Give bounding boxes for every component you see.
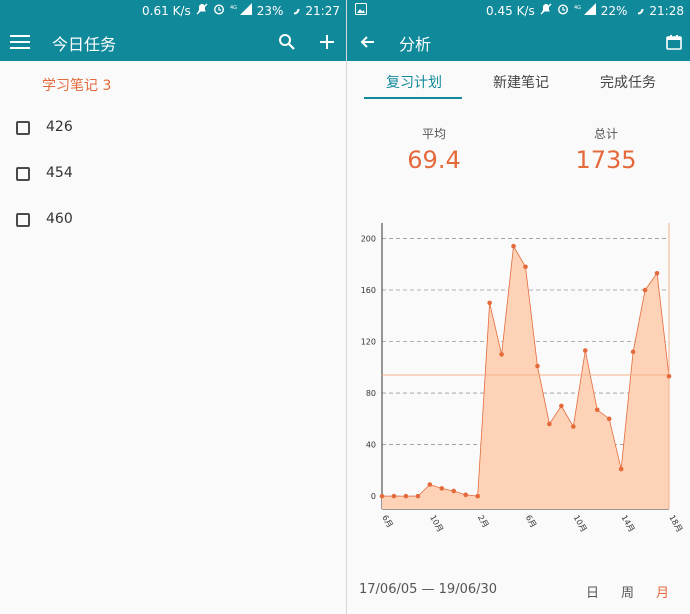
y-tick-label: 40 (366, 441, 376, 450)
svg-text:4G: 4G (574, 5, 581, 11)
task-checkbox[interactable] (16, 167, 30, 181)
x-tick-label: 6月 (524, 514, 538, 530)
mute-icon (196, 3, 208, 18)
data-point (535, 363, 540, 369)
total-stat: 总计 1735 (546, 125, 666, 174)
task-group-title: 学习笔记 3 (42, 78, 112, 94)
data-point (654, 270, 660, 276)
page-title: 今日任务 (52, 35, 117, 54)
back-arrow-icon[interactable] (355, 30, 379, 54)
data-point (666, 374, 672, 379)
data-point (618, 466, 624, 472)
y-tick-label: 160 (361, 286, 376, 295)
data-point (391, 493, 397, 499)
tab-completed-tasks[interactable]: 完成任务 (600, 72, 656, 92)
clock-time: 21:28 (649, 3, 684, 18)
task-item[interactable]: 460 (0, 199, 346, 245)
task-label: 426 (46, 119, 73, 135)
tab-new-notes[interactable]: 新建笔记 (493, 72, 549, 92)
battery-level: 23% (256, 3, 284, 18)
x-tick-label: 18月 (667, 514, 684, 534)
period-month[interactable]: 月 (656, 582, 669, 601)
footer: 17/06/05 — 19/06/30 日 周 月 (347, 580, 690, 602)
data-point (379, 493, 385, 499)
battery-icon (632, 3, 644, 18)
total-label: 总计 (593, 127, 618, 141)
data-point (451, 488, 457, 494)
status-bar: 0.61 K/s 4G 23% 21:27 (0, 0, 346, 22)
alarm-icon (213, 3, 225, 18)
task-label: 454 (46, 165, 73, 181)
battery-icon (288, 3, 300, 18)
data-point (403, 493, 409, 499)
status-bar: 0.45 K/s 4G 22% 21:28 (347, 0, 690, 22)
network-speed: 0.45 K/s (486, 3, 535, 18)
task-label: 460 (46, 211, 73, 227)
add-icon[interactable] (315, 30, 339, 54)
data-point (559, 403, 564, 409)
data-point (642, 287, 648, 293)
y-tick-label: 80 (366, 389, 376, 398)
toolbar: 今日任务 (0, 22, 346, 61)
data-point (475, 493, 480, 499)
tab-review-plan[interactable]: 复习计划 (386, 72, 442, 92)
signal-icon: 4G (230, 3, 252, 18)
active-tab-indicator (364, 97, 462, 99)
average-value: 69.4 (407, 146, 461, 174)
today-tasks-screen: 0.61 K/s 4G 23% 21:27 今日任务 学习笔记 3 426 45… (0, 0, 346, 614)
data-point (439, 486, 445, 491)
image-icon (355, 3, 367, 18)
review-area-chart: 0 40 80 120 160 200 6月 10月 2月 6月 10月 14月 18月 (361, 223, 684, 534)
menu-icon[interactable] (8, 30, 32, 54)
battery-level: 22% (600, 3, 628, 18)
search-icon[interactable] (275, 30, 299, 54)
svg-text:4G: 4G (230, 5, 237, 11)
x-tick-label: 10月 (428, 514, 445, 534)
data-point (594, 407, 600, 413)
data-point (415, 493, 421, 499)
y-tick-label: 200 (361, 234, 376, 243)
data-point (487, 300, 492, 306)
task-checkbox[interactable] (16, 213, 30, 227)
y-tick-label: 0 (371, 492, 376, 501)
average-label: 平均 (421, 127, 446, 141)
x-tick-label: 2月 (476, 514, 490, 530)
x-tick-label: 6月 (380, 514, 394, 530)
toolbar: 分析 (347, 22, 690, 61)
data-point (499, 352, 504, 357)
y-tick-label: 120 (361, 338, 376, 347)
task-item[interactable]: 426 (0, 107, 346, 153)
average-stat: 平均 69.4 (374, 125, 494, 174)
x-tick-label: 14月 (619, 514, 636, 534)
signal-icon: 4G (574, 3, 596, 18)
tab-bar: 复习计划 新建笔记 完成任务 (347, 61, 690, 101)
mute-icon (540, 3, 552, 18)
data-point (571, 424, 576, 429)
data-point (523, 264, 528, 270)
area-fill (382, 246, 669, 509)
network-speed: 0.61 K/s (142, 3, 191, 18)
task-item[interactable]: 454 (0, 153, 346, 199)
data-point (547, 421, 552, 427)
calendar-icon[interactable] (662, 30, 686, 54)
total-value: 1735 (575, 146, 637, 174)
page-title: 分析 (399, 35, 432, 54)
data-point (582, 348, 588, 353)
period-week[interactable]: 周 (621, 582, 634, 601)
period-day[interactable]: 日 (586, 582, 599, 601)
data-point (630, 349, 636, 355)
task-checkbox[interactable] (16, 121, 30, 135)
data-point (463, 492, 469, 498)
alarm-icon (557, 3, 569, 18)
clock-time: 21:27 (305, 3, 340, 18)
x-tick-label: 10月 (572, 514, 589, 534)
analysis-screen: 0.45 K/s 4G 22% 21:28 分析 复习计划 新建笔记 完成任务 … (346, 0, 690, 614)
data-point (511, 243, 516, 249)
data-point (606, 416, 612, 422)
data-point (427, 482, 433, 487)
date-range[interactable]: 17/06/05 — 19/06/30 (359, 582, 497, 597)
